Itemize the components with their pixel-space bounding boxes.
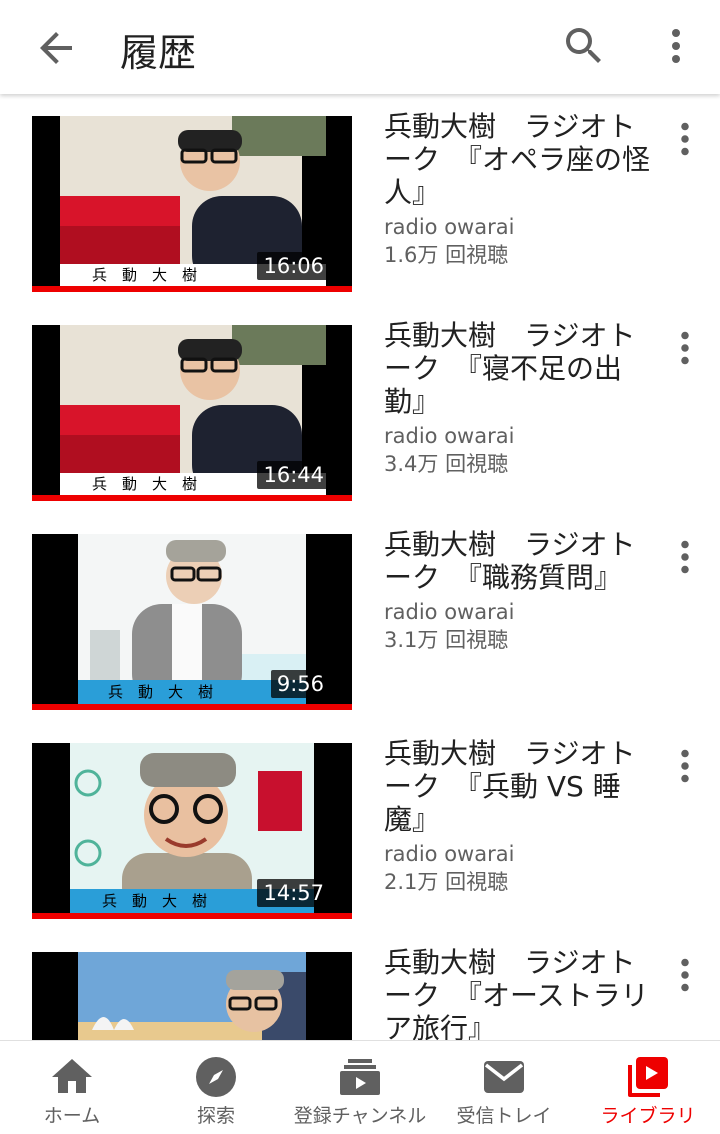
channel-name: radio owarai [384,842,515,866]
more-vert-icon[interactable] [660,741,710,791]
video-title[interactable]: 兵動大樹 ラジオトーク 『オペラ座の怪人』 [384,110,654,209]
video-title[interactable]: 兵動大樹 ラジオトーク 『オーストラリア旅行』 [384,946,654,1040]
video-thumbnail[interactable]: 兵 動 大 樹 14:57 [32,743,352,919]
svg-text:兵 動 大 樹: 兵 動 大 樹 [92,266,197,284]
more-vert-icon[interactable] [652,22,700,70]
watch-progress-bar [32,704,352,710]
video-item[interactable]: 兵 動 大 樹 9:56 兵動大樹 ラジオトーク 『職務質問』 radio ow… [0,512,720,710]
search-icon[interactable] [560,22,608,70]
tab-inbox[interactable]: 受信トレイ [432,1041,576,1134]
arrow-back-icon[interactable] [32,24,80,72]
more-vert-icon[interactable] [660,114,710,164]
video-item[interactable]: 兵 動 大 樹 14:57 兵動大樹 ラジオトーク 『兵動 VS 睡魔』 rad… [0,721,720,919]
tab-label: ライブラリ [600,1105,696,1127]
view-count: 3.1万 回視聴 [384,628,509,652]
video-thumbnail[interactable]: 兵 動 大 樹 16:44 [32,325,352,501]
watch-progress-bar [32,286,352,292]
video-title[interactable]: 兵動大樹 ラジオトーク 『職務質問』 [384,528,654,594]
more-vert-icon[interactable] [660,323,710,373]
svg-text:兵 動 大 樹: 兵 動 大 樹 [102,892,207,910]
tab-home[interactable]: ホーム [0,1041,144,1134]
bottom-navigation: ホーム 探索 登録チャンネル 受信トレイ ライブラリ [0,1040,720,1134]
video-info[interactable]: 兵動大樹 ラジオトーク 『職務質問』 radio owarai 3.1万 回視聴 [384,528,654,654]
history-list[interactable]: 兵 動 大 樹 16:06 兵動大樹 ラジオトーク 『オペラ座の怪人』 radi… [0,94,720,1040]
view-count: 3.4万 回視聴 [384,452,509,476]
video-thumbnail[interactable]: 兵 動 大 樹 16:06 [32,116,352,292]
view-count: 1.6万 回視聴 [384,243,509,267]
tab-library[interactable]: ライブラリ [576,1041,720,1134]
duration-badge: 16:06 [257,252,330,280]
video-info[interactable]: 兵動大樹 ラジオトーク 『兵動 VS 睡魔』 radio owarai 2.1万… [384,737,654,896]
channel-name: radio owarai [384,600,515,624]
svg-text:兵 動 大 樹: 兵 動 大 樹 [92,475,197,493]
tab-label: 登録チャンネル [293,1105,427,1127]
svg-text:兵 動 大 樹: 兵 動 大 樹 [108,683,213,701]
duration-badge: 9:56 [270,670,330,698]
video-info[interactable]: 兵動大樹 ラジオトーク 『オペラ座の怪人』 radio owarai 1.6万 … [384,110,654,269]
more-vert-icon[interactable] [660,950,710,1000]
channel-name: radio owarai [384,424,515,448]
watch-progress-bar [32,913,352,919]
video-item[interactable]: 兵 動 大 樹 16:06 兵動大樹 ラジオトーク 『オペラ座の怪人』 radi… [0,94,720,292]
video-item[interactable]: 兵 動 大 樹 16:44 兵動大樹 ラジオトーク 『寝不足の出勤』 radio… [0,303,720,501]
page-title: 履歴 [120,31,197,75]
subscriptions-icon [336,1053,384,1101]
channel-name: radio owarai [384,215,515,239]
video-thumbnail[interactable] [32,952,352,1040]
library-icon [624,1053,672,1101]
watch-progress-bar [32,495,352,501]
video-info[interactable]: 兵動大樹 ラジオトーク 『寝不足の出勤』 radio owarai 3.4万 回… [384,319,654,478]
tab-subscriptions[interactable]: 登録チャンネル [288,1041,432,1134]
top-app-bar: 履歴 [0,0,720,94]
video-thumbnail[interactable]: 兵 動 大 樹 9:56 [32,534,352,710]
tab-label: 受信トレイ [456,1105,552,1127]
video-item[interactable]: 兵動大樹 ラジオトーク 『オーストラリア旅行』 [0,930,720,1040]
inbox-mail-icon [480,1053,528,1101]
home-icon [48,1053,96,1101]
more-vert-icon[interactable] [660,532,710,582]
tab-label: ホーム [43,1105,101,1127]
compass-icon [192,1053,240,1101]
view-count: 2.1万 回視聴 [384,870,509,894]
video-title[interactable]: 兵動大樹 ラジオトーク 『寝不足の出勤』 [384,319,654,418]
duration-badge: 16:44 [257,461,330,489]
duration-badge: 14:57 [257,879,330,907]
tab-explore[interactable]: 探索 [144,1041,288,1134]
video-info[interactable]: 兵動大樹 ラジオトーク 『オーストラリア旅行』 [384,946,654,1040]
tab-label: 探索 [196,1105,235,1127]
video-title[interactable]: 兵動大樹 ラジオトーク 『兵動 VS 睡魔』 [384,737,654,836]
